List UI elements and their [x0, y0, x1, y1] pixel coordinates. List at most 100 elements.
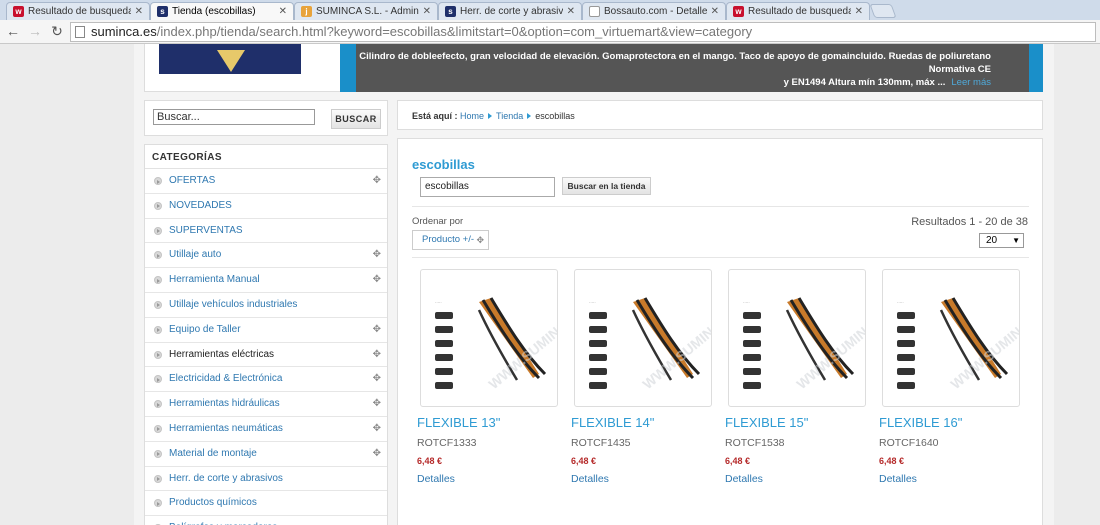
favicon-icon: s [445, 6, 456, 17]
product-price: 6,48 € [725, 456, 751, 466]
per-page-select[interactable]: 20 ▼ [979, 233, 1024, 248]
svg-text:·····: ····· [435, 300, 442, 305]
category-item[interactable]: OFERTAS ✥ [145, 169, 387, 194]
back-arrow-icon[interactable]: ← [4, 23, 22, 39]
product-name-link[interactable]: FLEXIBLE 16" [879, 415, 962, 430]
results-count: Resultados 1 - 20 de 38 [911, 216, 1028, 228]
close-tab-icon[interactable]: ✕ [711, 6, 719, 17]
product-name-link[interactable]: FLEXIBLE 13" [417, 415, 500, 430]
expand-icon[interactable]: ✥ [373, 268, 381, 292]
product-sku: ROTCF1538 [725, 437, 785, 449]
dropdown-arrow-icon: ▼ [1012, 236, 1020, 245]
order-by-button[interactable]: Producto +/- ✥ [412, 230, 489, 250]
search-button[interactable]: BUSCAR [331, 109, 381, 129]
category-item[interactable]: Utillaje auto ✥ [145, 243, 387, 269]
category-item[interactable]: Productos químicos [145, 491, 387, 517]
category-label: Herramientas hidráulicas [169, 398, 280, 410]
browser-tab[interactable]: j SUMINCA S.L. - Administ ✕ [294, 2, 438, 20]
favicon-icon: s [157, 6, 168, 17]
category-label: Productos químicos [169, 497, 257, 509]
close-tab-icon[interactable]: ✕ [567, 6, 575, 17]
bullet-arrow-icon [154, 424, 162, 433]
expand-icon[interactable]: ✥ [373, 417, 381, 441]
breadcrumb-shop-link[interactable]: Tienda [496, 111, 523, 121]
new-tab-button[interactable] [869, 4, 897, 18]
favicon-icon: j [301, 6, 312, 17]
product-price: 6,48 € [879, 456, 905, 466]
svg-text:·····: ····· [743, 300, 750, 305]
product-sku: ROTCF1333 [417, 437, 477, 449]
site-logo[interactable] [159, 44, 301, 74]
category-label: Material de montaje [169, 447, 257, 459]
browser-tab-active[interactable]: s Tienda (escobillas) ✕ [150, 2, 294, 20]
product-details-link[interactable]: Detalles [571, 473, 609, 485]
expand-icon[interactable]: ✥ [373, 343, 381, 367]
favicon-icon: w [13, 6, 24, 17]
category-item[interactable]: Herramienta Manual ✥ [145, 268, 387, 293]
read-more-link[interactable]: Leer más [951, 77, 991, 88]
category-item[interactable]: Utillaje vehículos industriales [145, 293, 387, 318]
category-item[interactable]: Herramientas neumáticas ✥ [145, 417, 387, 442]
browser-tab[interactable]: s Herr. de corte y abrasivos ✕ [438, 2, 582, 20]
browser-tab[interactable]: w Resultado de busqueda (1 ✕ [726, 2, 870, 20]
product-image[interactable]: ····· WWW.SUMINCA.ES [420, 269, 558, 407]
close-tab-icon[interactable]: ✕ [855, 6, 863, 17]
breadcrumb-arrow-icon [527, 113, 532, 119]
product-details-link[interactable]: Detalles [725, 473, 763, 485]
bullet-arrow-icon [154, 400, 162, 409]
product-image[interactable]: ····· WWW.SUMINCA.ES [574, 269, 712, 407]
order-label: Ordenar por [412, 216, 464, 227]
product-name-link[interactable]: FLEXIBLE 15" [725, 415, 808, 430]
bullet-arrow-icon [154, 449, 162, 458]
forward-arrow-icon[interactable]: → [26, 23, 44, 39]
page-title: escobillas [412, 157, 475, 172]
browser-tab-bar: w Resultado de busqueda (1 ✕ s Tienda (e… [0, 0, 1100, 20]
expand-icon[interactable]: ✥ [373, 442, 381, 466]
category-label: Herramientas eléctricas [169, 348, 275, 360]
web-page: Cilindro de doblеefecto, gran velocidad … [0, 44, 1100, 525]
product-name-link[interactable]: FLEXIBLE 14" [571, 415, 654, 430]
category-label: Herramienta Manual [169, 274, 260, 286]
category-item[interactable]: NOVEDADES [145, 194, 387, 219]
browser-tab[interactable]: w Resultado de busqueda (1 ✕ [6, 2, 150, 20]
category-item[interactable]: SUPERVENTAS [145, 219, 387, 244]
product-image[interactable]: ····· WWW.SUMINCA.ES [882, 269, 1020, 407]
category-item[interactable]: Herramientas eléctricas ✥ [145, 343, 387, 368]
bullet-arrow-icon [154, 325, 162, 334]
close-tab-icon[interactable]: ✕ [279, 6, 287, 17]
expand-icon[interactable]: ✥ [373, 367, 381, 391]
breadcrumb: Está aquí : Home Tienda escobillas [397, 100, 1043, 130]
category-item[interactable]: Bolígrafos y marcadores [145, 516, 387, 525]
keyword-input[interactable]: escobillas [420, 177, 555, 197]
browser-tab[interactable]: Bossauto.com - Detalle de ✕ [582, 2, 726, 20]
expand-icon[interactable]: ✥ [373, 318, 381, 342]
breadcrumb-home-link[interactable]: Home [460, 111, 484, 121]
bullet-arrow-icon [154, 474, 162, 483]
search-input[interactable]: Buscar... [153, 109, 315, 125]
bullet-arrow-icon [154, 375, 162, 384]
category-item[interactable]: Herr. de corte y abrasivos [145, 467, 387, 492]
product-image[interactable]: ····· WWW.SUMINCA.ES [728, 269, 866, 407]
product-details-link[interactable]: Detalles [879, 473, 917, 485]
svg-text:·····: ····· [897, 300, 904, 305]
product-details-link[interactable]: Detalles [417, 473, 455, 485]
close-tab-icon[interactable]: ✕ [423, 6, 431, 17]
shop-search-button[interactable]: Buscar en la tienda [562, 177, 651, 195]
expand-icon[interactable]: ✥ [373, 392, 381, 416]
bullet-arrow-icon [154, 350, 162, 359]
expand-icon[interactable]: ✥ [373, 243, 381, 267]
bullet-arrow-icon [154, 201, 162, 210]
page-icon [589, 6, 600, 17]
reload-icon[interactable]: ↻ [48, 23, 66, 40]
category-item[interactable]: Equipo de Taller ✥ [145, 318, 387, 343]
category-item[interactable]: Herramientas hidráulicas ✥ [145, 392, 387, 417]
expand-icon[interactable]: ✥ [373, 169, 381, 193]
logo-triangle-icon [217, 50, 245, 72]
svg-text:·····: ····· [589, 300, 596, 305]
close-tab-icon[interactable]: ✕ [135, 6, 143, 17]
bullet-arrow-icon [154, 276, 162, 285]
category-label: Utillaje auto [169, 249, 222, 261]
category-item[interactable]: Material de montaje ✥ [145, 442, 387, 467]
category-item[interactable]: Electricidad & Electrónica ✥ [145, 367, 387, 393]
address-bar[interactable]: suminca.es/index.php/tienda/search.html?… [70, 22, 1096, 42]
